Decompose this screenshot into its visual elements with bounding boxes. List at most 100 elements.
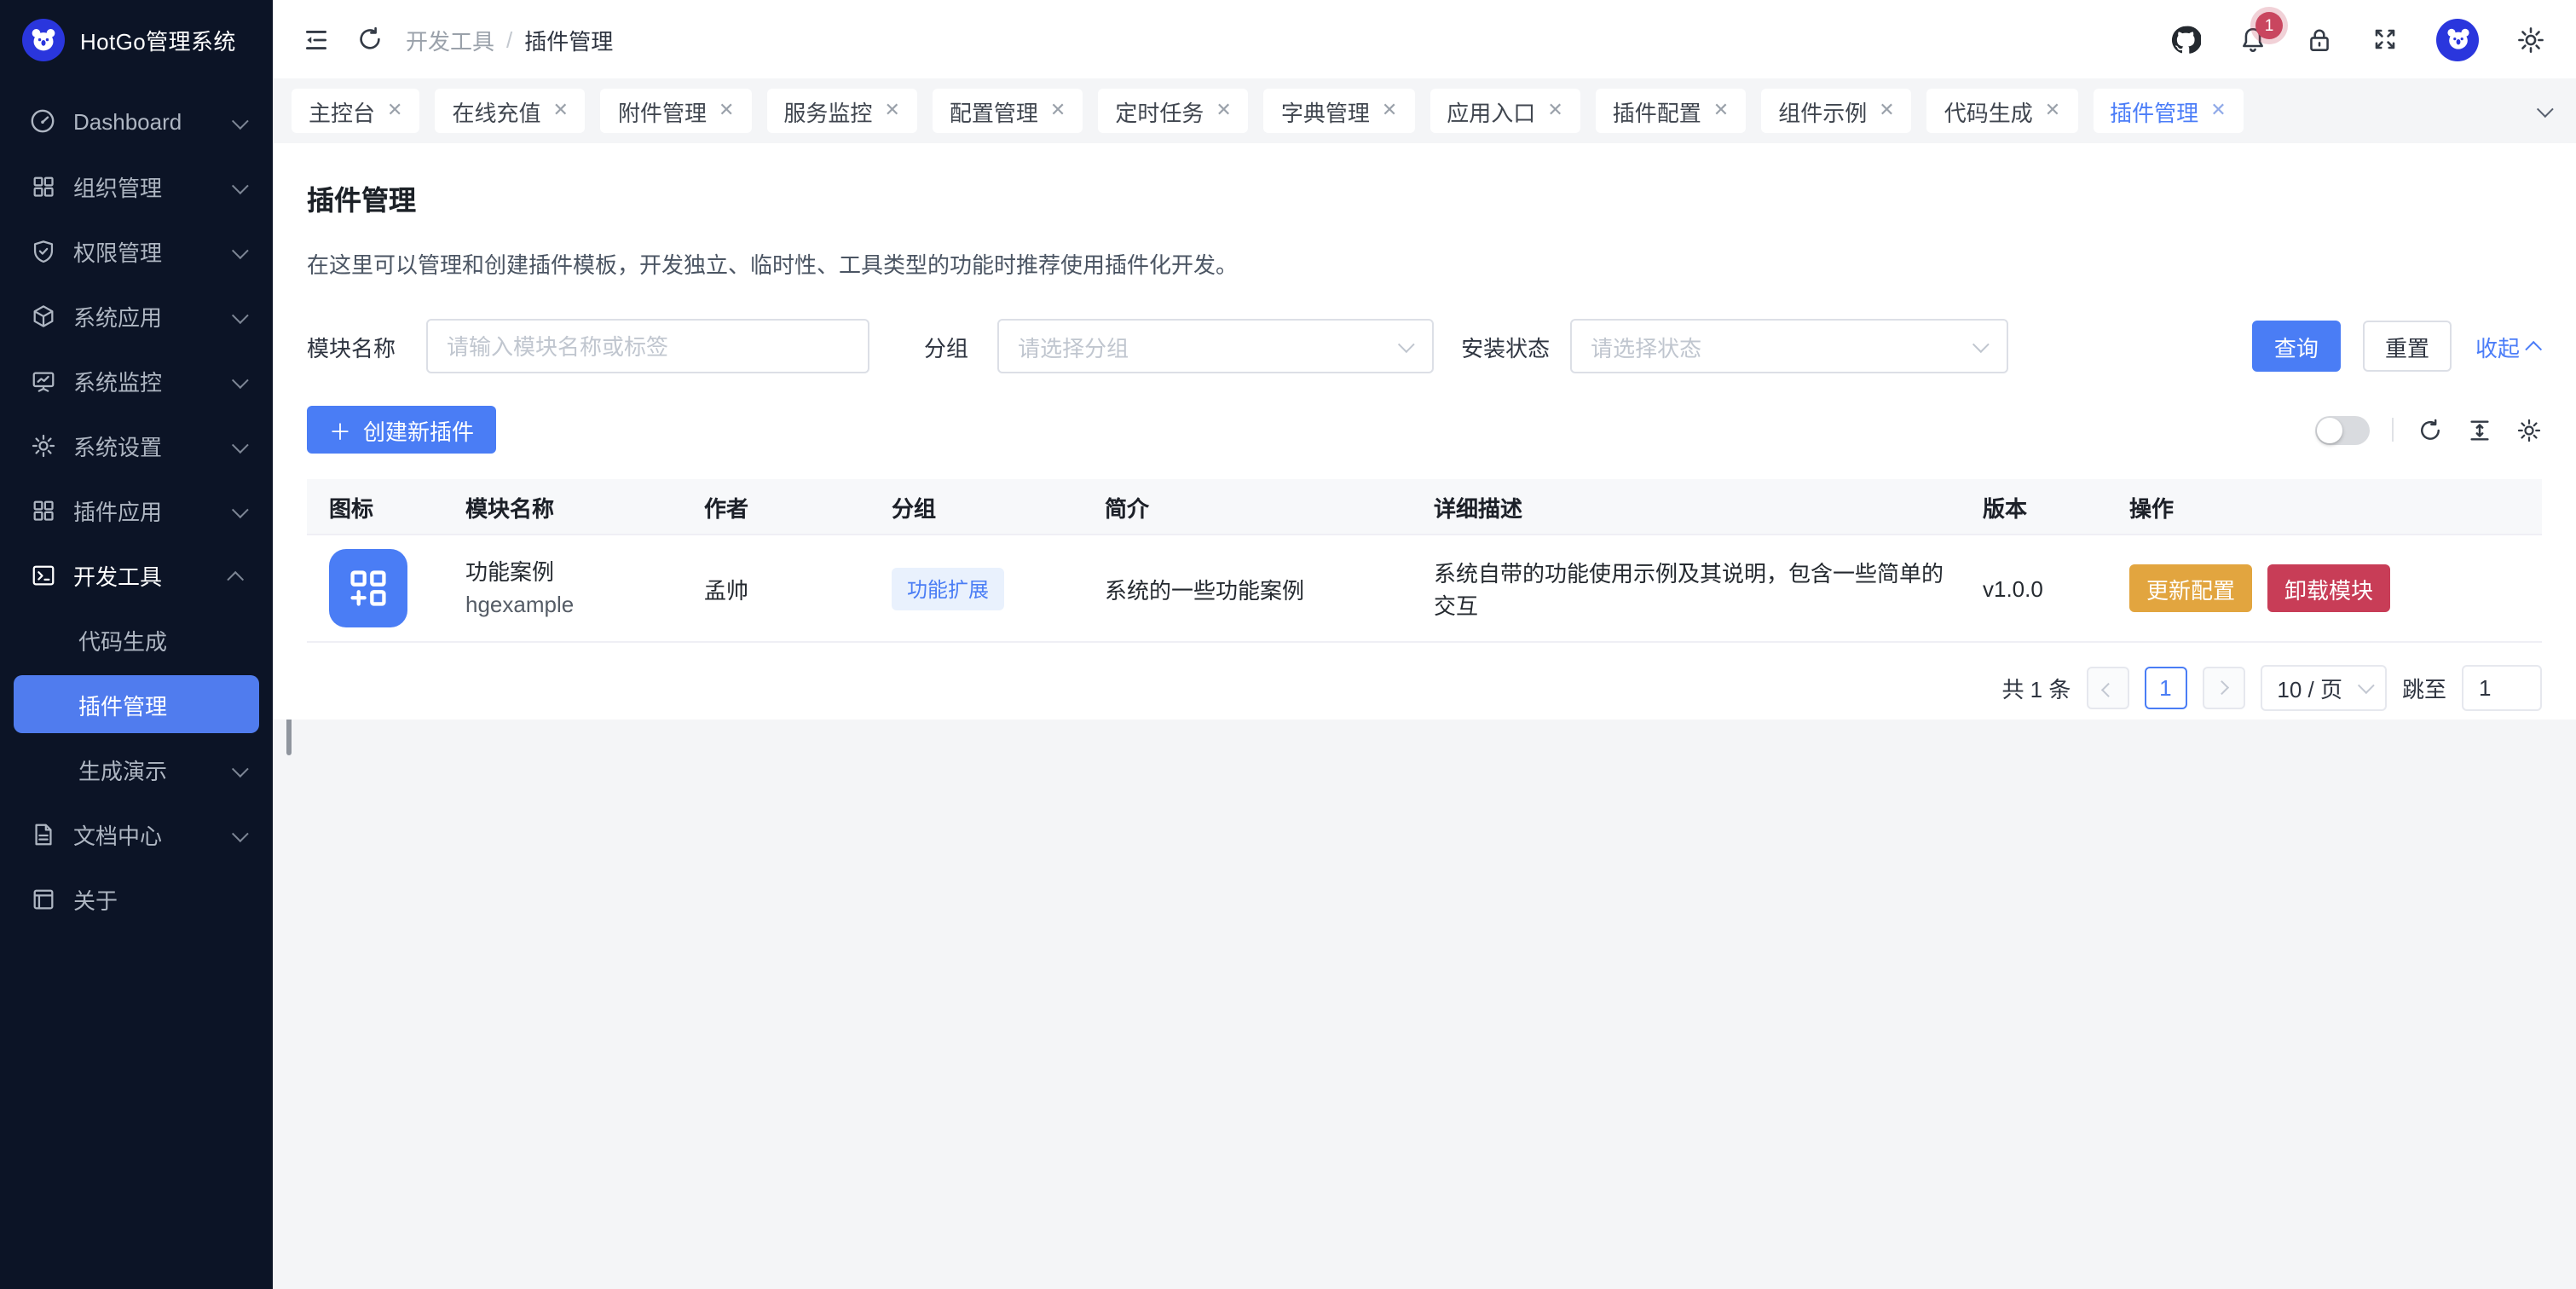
next-page-button[interactable] — [2202, 667, 2244, 709]
column-settings-gear-icon[interactable] — [2515, 416, 2542, 443]
collapse-sidebar-icon[interactable] — [300, 24, 331, 55]
user-avatar[interactable] — [2436, 18, 2479, 61]
search-button[interactable]: 查询 — [2252, 321, 2341, 372]
chevron-down-icon — [232, 238, 244, 263]
page-1-button[interactable]: 1 — [2144, 667, 2186, 709]
tab-code-generation[interactable]: 代码生成✕ — [1927, 89, 2077, 133]
chevron-left-icon — [2101, 682, 2116, 697]
row-height-icon[interactable] — [2465, 416, 2492, 443]
app-logo[interactable]: HotGo管理系统 — [0, 0, 273, 78]
close-icon[interactable]: ✕ — [1879, 101, 1894, 120]
close-icon[interactable]: ✕ — [719, 101, 734, 120]
tab-attachment-mgmt[interactable]: 附件管理 ✕ — [601, 89, 751, 133]
col-header-module-name: 模块名称 — [443, 490, 682, 523]
terminal-icon — [29, 561, 56, 588]
chevron-down-icon — [232, 173, 244, 199]
sidebar-item-about[interactable]: 关于 — [14, 870, 259, 928]
close-icon[interactable]: ✕ — [1216, 101, 1231, 120]
lock-icon[interactable] — [2303, 24, 2334, 55]
close-icon[interactable]: ✕ — [1713, 101, 1729, 120]
install-status-label: 安装状态 — [1461, 330, 1550, 362]
tab-service-monitor[interactable]: 服务监控✕ — [766, 89, 916, 133]
chevron-up-icon — [232, 562, 244, 587]
collapse-filters-label: 收起 — [2475, 330, 2520, 362]
table-toolbar: ＋ 创建新插件 — [307, 406, 2542, 454]
window-frame-icon — [29, 885, 56, 912]
group-select[interactable]: 请选择分组 — [997, 319, 1434, 373]
close-icon[interactable]: ✕ — [2210, 101, 2226, 120]
sidebar-item-generation-demo[interactable]: 生成演示 — [14, 740, 259, 798]
tab-component-examples[interactable]: 组件示例 ✕ — [1761, 89, 1911, 133]
tab-scheduled-tasks[interactable]: 定时任务✕ — [1098, 89, 1248, 133]
close-icon[interactable]: ✕ — [387, 101, 402, 120]
close-icon[interactable]: ✕ — [1050, 101, 1066, 120]
col-header-icon: 图标 — [307, 490, 443, 523]
row-actions: 更新配置 卸载模块 — [2129, 564, 2542, 612]
sidebar-item-doc-center[interactable]: 文档中心 — [14, 805, 259, 863]
collapse-filters-link[interactable]: 收起 — [2475, 330, 2542, 362]
sidebar-item-code-generation[interactable]: 代码生成 — [14, 610, 259, 668]
toggle-knob — [2317, 417, 2342, 442]
tab-app-entry[interactable]: 应用入口✕ — [1430, 89, 1580, 133]
chevron-down-icon — [232, 303, 244, 328]
close-icon[interactable]: ✕ — [553, 101, 569, 120]
breadcrumb-parent[interactable]: 开发工具 — [406, 23, 494, 55]
tab-online-recharge[interactable]: 在线充值✕ — [435, 89, 585, 133]
tab-plugin-config[interactable]: 插件配置✕ — [1596, 89, 1746, 133]
sidebar-item-label: 系统监控 — [73, 364, 162, 396]
breadcrumb-separator: / — [506, 26, 512, 52]
sidebar-item-permissions[interactable]: 权限管理 — [14, 222, 259, 280]
tab-config-mgmt[interactable]: 配置管理✕ — [933, 89, 1083, 133]
uninstall-module-button[interactable]: 卸载模块 — [2267, 564, 2390, 612]
sidebar-item-system-apps[interactable]: 系统应用 — [14, 286, 259, 344]
prev-page-button[interactable] — [2086, 667, 2128, 709]
sidebar-item-system-monitor[interactable]: 系统监控 — [14, 351, 259, 409]
close-icon[interactable]: ✕ — [1547, 101, 1562, 120]
sidebar-menu: Dashboard 组织管理 权限管理 系统应用 系统监控 — [0, 78, 273, 928]
gear-icon — [29, 431, 56, 459]
sidebar-item-dashboard[interactable]: Dashboard — [14, 92, 259, 150]
sidebar-item-plugin-management[interactable]: 插件管理 — [14, 675, 259, 733]
tab-plugin-management[interactable]: 插件管理 ✕ — [2093, 89, 2243, 133]
github-icon[interactable] — [2170, 24, 2201, 55]
sidebar-item-organization[interactable]: 组织管理 — [14, 157, 259, 215]
tab-dictionary-mgmt[interactable]: 字典管理✕ — [1264, 89, 1414, 133]
close-icon[interactable]: ✕ — [2045, 101, 2060, 120]
sidebar-item-dev-tools[interactable]: 开发工具 — [14, 546, 259, 604]
header-actions: 1 — [2170, 18, 2545, 61]
update-config-button[interactable]: 更新配置 — [2129, 564, 2252, 612]
filter-bar: 模块名称 分组 请选择分组 安装状态 请选择状态 查询 重置 收起 — [307, 319, 2542, 373]
tab-label: 插件管理 — [2110, 95, 2198, 127]
close-icon[interactable]: ✕ — [1382, 101, 1397, 120]
dashboard-icon — [29, 107, 56, 135]
sidebar-item-label: 系统设置 — [73, 429, 162, 461]
module-name: 功能案例 — [465, 556, 682, 588]
striped-toggle[interactable] — [2315, 415, 2370, 444]
settings-gear-icon[interactable] — [2515, 24, 2545, 55]
notification-badge: 1 — [2255, 12, 2283, 39]
page-title: 插件管理 — [307, 177, 2542, 218]
fullscreen-icon[interactable] — [2370, 24, 2400, 55]
module-name-input[interactable] — [426, 319, 869, 373]
module-name-label: 模块名称 — [307, 330, 396, 362]
tab-label: 附件管理 — [618, 95, 707, 127]
page-size-select[interactable]: 10 / 页 — [2260, 665, 2387, 711]
reset-button[interactable]: 重置 — [2363, 321, 2452, 372]
create-plugin-button[interactable]: ＋ 创建新插件 — [307, 406, 496, 454]
tabs-dropdown-icon[interactable] — [2530, 98, 2556, 124]
document-icon — [29, 820, 56, 847]
tab-console[interactable]: 主控台✕ — [292, 89, 419, 133]
grid-icon — [29, 496, 56, 523]
install-status-select[interactable]: 请选择状态 — [1570, 319, 2008, 373]
sidebar: HotGo管理系统 Dashboard 组织管理 权限管理 系统应用 — [0, 0, 273, 1289]
notifications-bell-icon[interactable]: 1 — [2237, 24, 2267, 55]
app-root: HotGo管理系统 Dashboard 组织管理 权限管理 系统应用 — [0, 0, 2576, 1289]
refresh-icon[interactable] — [355, 24, 385, 55]
tab-label: 组件示例 — [1778, 95, 1867, 127]
chevron-down-icon — [232, 497, 244, 523]
sidebar-item-plugin-apps[interactable]: 插件应用 — [14, 481, 259, 539]
reload-table-icon[interactable] — [2416, 416, 2443, 443]
sidebar-item-system-settings[interactable]: 系统设置 — [14, 416, 259, 474]
jump-to-page-input[interactable] — [2462, 665, 2542, 711]
close-icon[interactable]: ✕ — [884, 101, 899, 120]
